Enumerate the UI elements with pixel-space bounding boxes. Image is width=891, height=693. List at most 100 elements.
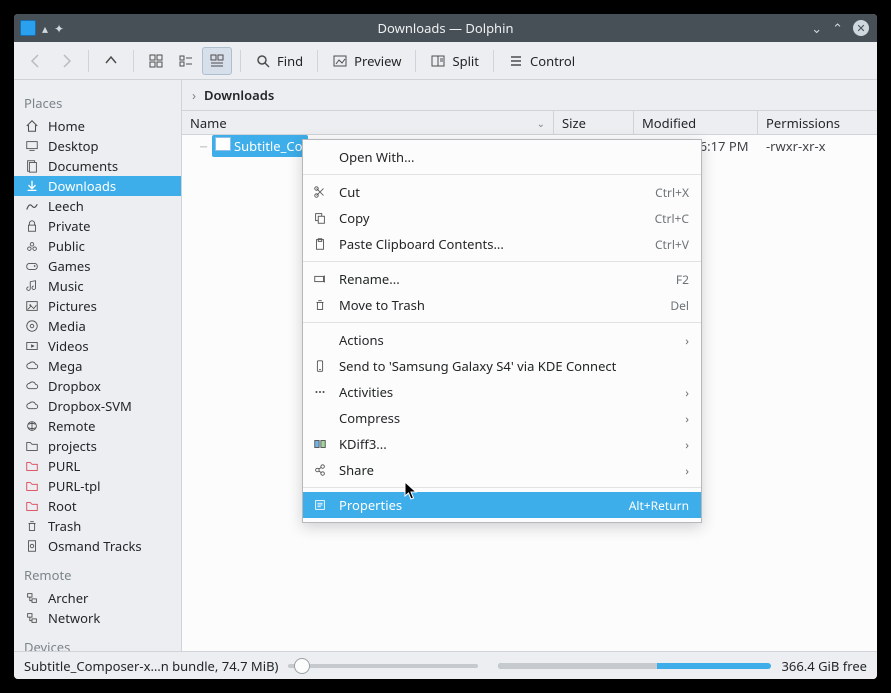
up-button[interactable]: [97, 47, 125, 75]
cloud-icon: [24, 358, 40, 374]
music-icon: [24, 278, 40, 294]
close-button[interactable]: ✕: [853, 20, 869, 36]
menu-item-cut[interactable]: CutCtrl+X: [303, 179, 701, 205]
minimize-button[interactable]: ⌄: [811, 19, 822, 37]
keep-above-icon[interactable]: ▴: [42, 20, 48, 37]
view-compact-button[interactable]: [172, 47, 200, 75]
menu-item-share[interactable]: Share ›: [303, 457, 701, 483]
control-button[interactable]: Control: [502, 47, 581, 75]
column-size[interactable]: Size: [554, 111, 634, 134]
expand-icon[interactable]: ─: [200, 139, 212, 153]
find-button[interactable]: Find: [249, 47, 309, 75]
chevron-right-icon: ›: [685, 462, 689, 479]
sidebar-item-games[interactable]: Games: [14, 256, 181, 276]
chevron-right-icon: ›: [685, 384, 689, 401]
sidebar-item-osmand-tracks[interactable]: Osmand Tracks: [14, 536, 181, 556]
sidebar-item-label: Private: [48, 217, 91, 235]
menu-item-kdiff3[interactable]: KDiff3...›: [303, 431, 701, 457]
view-details-icon: [209, 53, 225, 69]
menu-item-label: Share: [339, 461, 675, 479]
forward-button[interactable]: [52, 47, 80, 75]
sidebar-item-label: Root: [48, 497, 77, 515]
menu-shortcut: Ctrl+C: [655, 210, 689, 227]
sidebar-item-label: Pictures: [48, 297, 97, 315]
trash-icon: [24, 518, 40, 534]
sidebar-item-leech[interactable]: Leech: [14, 196, 181, 216]
zoom-slider[interactable]: [288, 658, 478, 674]
folder-icon: [24, 438, 40, 454]
sidebar-item-label: Archer: [48, 589, 88, 607]
phone-icon: [311, 359, 329, 373]
preview-button[interactable]: Preview: [326, 47, 407, 75]
sidebar-item-label: Downloads: [48, 177, 116, 195]
file-name-selected[interactable]: Subtitle_Co: [212, 135, 308, 157]
menu-item-compress[interactable]: Compress›: [303, 405, 701, 431]
network-icon: [24, 610, 40, 626]
menu-item-move-to-trash[interactable]: Move to TrashDel: [303, 292, 701, 318]
statusbar: Subtitle_Composer-x…n bundle, 74.7 MiB) …: [14, 651, 877, 679]
remote-icon: [24, 418, 40, 434]
videos-icon: [24, 338, 40, 354]
menu-item-send-to-samsung-galaxy-s4-via-kde-connect[interactable]: Send to 'Samsung Galaxy S4' via KDE Conn…: [303, 353, 701, 379]
sidebar-item-downloads[interactable]: Downloads: [14, 176, 181, 196]
sidebar-item-trash[interactable]: Trash: [14, 516, 181, 536]
column-permissions[interactable]: Permissions: [758, 111, 838, 134]
rename-icon: [311, 272, 329, 286]
menu-item-rename[interactable]: Rename... F2: [303, 266, 701, 292]
sidebar-item-public[interactable]: Public: [14, 236, 181, 256]
sidebar-item-projects[interactable]: projects: [14, 436, 181, 456]
activities-icon: [311, 385, 329, 399]
section-devices: Devices: [14, 628, 181, 651]
sidebar-item-purl[interactable]: PURL: [14, 456, 181, 476]
view-details-button[interactable]: [202, 47, 232, 75]
sidebar-item-remote[interactable]: Remote: [14, 416, 181, 436]
breadcrumb[interactable]: › Downloads: [182, 80, 877, 110]
menu-item-paste-clipboard-contents[interactable]: Paste Clipboard Contents...Ctrl+V: [303, 231, 701, 257]
menu-item-activities[interactable]: Activities›: [303, 379, 701, 405]
column-modified[interactable]: Modified: [634, 111, 758, 134]
sidebar-item-archer[interactable]: Archer: [14, 588, 181, 608]
sidebar-item-music[interactable]: Music: [14, 276, 181, 296]
column-name[interactable]: Name ⌄: [182, 111, 554, 134]
zoom-thumb[interactable]: [294, 658, 310, 674]
breadcrumb-current[interactable]: Downloads: [204, 86, 274, 104]
sidebar-item-desktop[interactable]: Desktop: [14, 136, 181, 156]
back-button[interactable]: [22, 47, 50, 75]
properties-icon: [311, 498, 329, 512]
menu-item-actions[interactable]: Actions›: [303, 327, 701, 353]
view-icons-button[interactable]: [142, 47, 170, 75]
public-icon: [24, 238, 40, 254]
titlebar: ▴ ✦ Downloads — Dolphin ⌄ ⌃ ✕: [14, 14, 877, 42]
menu-shortcut: F2: [676, 271, 689, 288]
sidebar-item-root[interactable]: Root: [14, 496, 181, 516]
sidebar-item-pictures[interactable]: Pictures: [14, 296, 181, 316]
sidebar-item-documents[interactable]: Documents: [14, 156, 181, 176]
menu-item-properties[interactable]: PropertiesAlt+Return: [303, 492, 701, 518]
menu-item-copy[interactable]: CopyCtrl+C: [303, 205, 701, 231]
sidebar-item-dropbox-svm[interactable]: Dropbox-SVM: [14, 396, 181, 416]
sidebar-item-dropbox[interactable]: Dropbox: [14, 376, 181, 396]
sidebar-item-home[interactable]: Home: [14, 116, 181, 136]
window-title: Downloads — Dolphin: [14, 19, 877, 37]
sidebar-item-private[interactable]: Private: [14, 216, 181, 236]
sidebar-item-purl-tpl[interactable]: PURL-tpl: [14, 476, 181, 496]
sidebar-item-mega[interactable]: Mega: [14, 356, 181, 376]
sidebar-item-label: Public: [48, 237, 85, 255]
split-button[interactable]: Split: [424, 47, 485, 75]
menu-item-open-with[interactable]: Open With...: [303, 144, 701, 170]
sidebar-item-label: Network: [48, 609, 100, 627]
menu-item-label: Compress: [339, 409, 675, 427]
desktop-icon: [24, 138, 40, 154]
cloud-icon: [24, 378, 40, 394]
menu-separator: [303, 322, 701, 323]
sidebar-item-network[interactable]: Network: [14, 608, 181, 628]
maximize-button[interactable]: ⌃: [832, 19, 843, 37]
sidebar-item-videos[interactable]: Videos: [14, 336, 181, 356]
sidebar-item-label: Osmand Tracks: [48, 537, 142, 555]
pin-icon[interactable]: ✦: [54, 20, 64, 37]
sidebar-item-label: PURL: [48, 457, 80, 475]
menu-item-label: Rename...: [339, 270, 666, 288]
sidebar-item-label: Dropbox: [48, 377, 101, 395]
pictures-icon: [24, 298, 40, 314]
sidebar-item-media[interactable]: Media: [14, 316, 181, 336]
